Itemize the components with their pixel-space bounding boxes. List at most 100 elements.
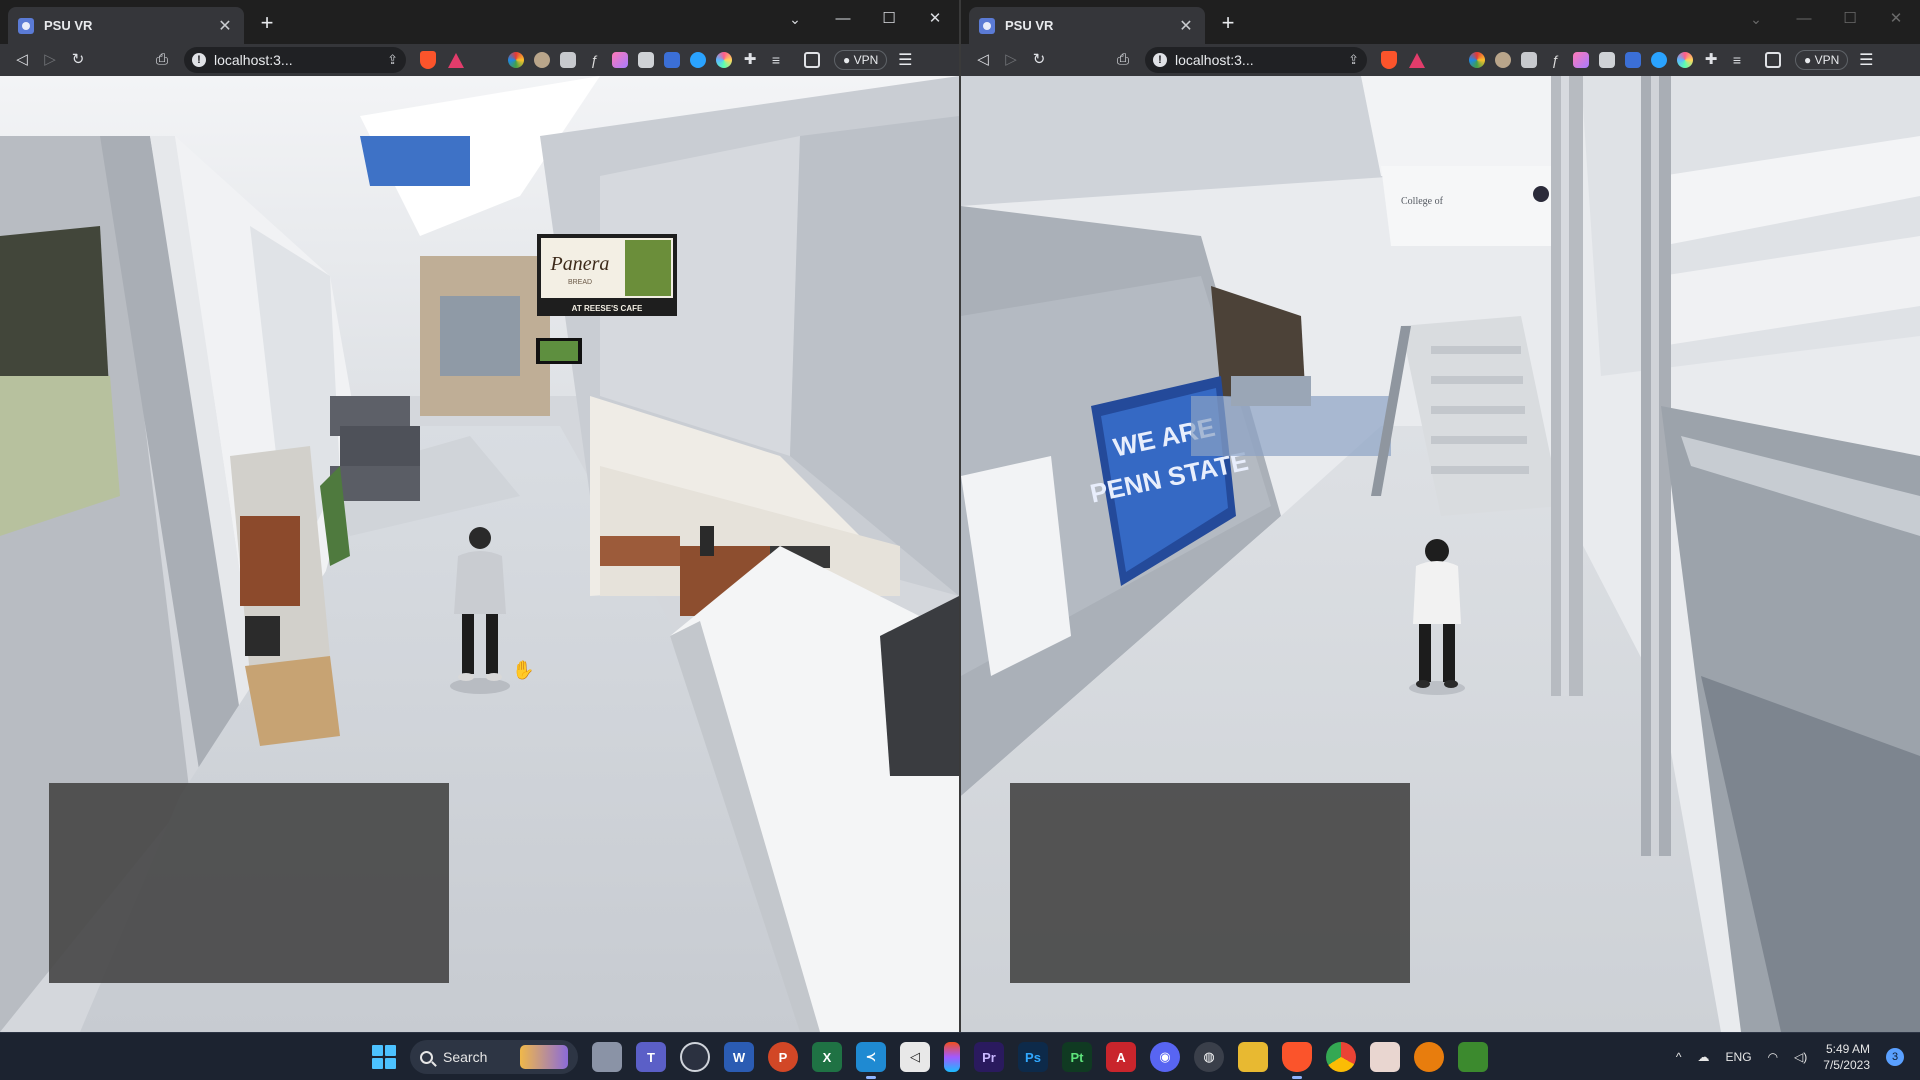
github-app-icon[interactable] xyxy=(680,1042,710,1072)
tab-psu-vr[interactable]: PSU VR ✕ xyxy=(8,7,244,44)
psu-favicon-icon xyxy=(979,17,995,34)
task-view-icon[interactable] xyxy=(592,1042,622,1072)
vr-scene-viewport-right[interactable]: College of WE ARE PENN STATE xyxy=(961,76,1920,1032)
cookie-extension-icon[interactable] xyxy=(534,52,550,68)
site-info-icon[interactable]: ! xyxy=(1153,53,1167,67)
vr-scene-viewport-left[interactable]: Panera BREAD AT REESE'S CAFE ✋ xyxy=(0,76,959,1032)
file-explorer-app-icon[interactable] xyxy=(1238,1042,1268,1072)
speed-extension-icon[interactable] xyxy=(690,52,706,68)
blender-app-icon[interactable] xyxy=(1414,1042,1444,1072)
close-tab-icon[interactable]: ✕ xyxy=(216,16,234,36)
substance-painter-app-icon[interactable]: Pt xyxy=(1062,1042,1092,1072)
tab-search-chevron-icon[interactable]: ⌄ xyxy=(1741,4,1771,34)
back-button[interactable]: ◁ xyxy=(969,47,997,73)
vpn-button[interactable]: ● VPN xyxy=(834,50,888,70)
tab-strip: PSU VR ✕ + ⌄ — ☐ ✕ xyxy=(961,0,1920,44)
wallet-icon[interactable] xyxy=(804,52,820,68)
brave-rewards-icon[interactable] xyxy=(448,52,464,68)
forward-button[interactable]: ▷ xyxy=(36,47,64,73)
speaker-icon[interactable]: ◁) xyxy=(1794,1050,1807,1064)
teams-app-icon[interactable]: T xyxy=(636,1042,666,1072)
puzzle-extensions-icon[interactable]: ✚ xyxy=(742,52,758,68)
readability-extension-icon[interactable] xyxy=(1521,52,1537,68)
playlist-icon[interactable]: ≡ xyxy=(1729,52,1745,68)
new-tab-button[interactable]: + xyxy=(1215,11,1241,37)
vpn-button[interactable]: ● VPN xyxy=(1795,50,1849,70)
brave-rewards-icon[interactable] xyxy=(1409,52,1425,68)
ring-extension-icon[interactable] xyxy=(716,52,732,68)
discord-app-icon[interactable]: ◉ xyxy=(1150,1042,1180,1072)
forward-button[interactable]: ▷ xyxy=(997,47,1025,73)
readability-extension-icon[interactable] xyxy=(560,52,576,68)
brave-app-icon[interactable] xyxy=(1282,1042,1312,1079)
maximize-button[interactable]: ☐ xyxy=(866,4,912,34)
wifi-icon[interactable]: ◠ xyxy=(1768,1050,1778,1064)
address-bar[interactable]: ! localhost:3... ⇪ xyxy=(184,47,406,73)
color-picker-extension-icon[interactable] xyxy=(508,52,524,68)
hamburger-menu-icon[interactable]: ☰ xyxy=(895,50,915,70)
hamburger-menu-icon[interactable]: ☰ xyxy=(1856,50,1876,70)
show-hidden-icons-chevron-icon[interactable]: ^ xyxy=(1676,1050,1682,1064)
gradient-extension-icon[interactable] xyxy=(612,52,628,68)
anime-app-icon[interactable] xyxy=(1370,1042,1400,1072)
cookie-extension-icon[interactable] xyxy=(1495,52,1511,68)
color-picker-extension-icon[interactable] xyxy=(1469,52,1485,68)
reload-button[interactable]: ↻ xyxy=(1025,47,1053,73)
photoshop-app-icon[interactable]: Ps xyxy=(1018,1042,1048,1072)
clock[interactable]: 5:49 AM 7/5/2023 xyxy=(1823,1041,1870,1073)
address-bar[interactable]: ! localhost:3... ⇪ xyxy=(1145,47,1367,73)
minimize-button[interactable]: — xyxy=(1781,4,1827,34)
reload-button[interactable]: ↻ xyxy=(64,47,92,73)
bookmark-icon[interactable]: ⎙ xyxy=(148,47,176,73)
ring-extension-icon[interactable] xyxy=(1677,52,1693,68)
share-icon[interactable]: ⇪ xyxy=(387,52,398,68)
close-window-button[interactable]: ✕ xyxy=(1873,4,1919,34)
brave-shield-icon[interactable] xyxy=(1381,51,1397,69)
figma-app-icon[interactable] xyxy=(944,1042,960,1072)
vscode-app-icon[interactable]: ≺ xyxy=(856,1042,886,1079)
maximize-button[interactable]: ☐ xyxy=(1827,4,1873,34)
tab-title: PSU VR xyxy=(44,18,93,33)
acrobat-app-icon[interactable]: A xyxy=(1106,1042,1136,1072)
notification-badge[interactable]: 3 xyxy=(1886,1048,1904,1066)
chrome-app-icon[interactable] xyxy=(1326,1042,1356,1072)
function-extension-icon[interactable]: ƒ xyxy=(586,52,602,68)
obs-app-icon[interactable]: ◍ xyxy=(1194,1042,1224,1072)
start-windows-icon[interactable] xyxy=(372,1045,396,1069)
cafe-sign-brand: Panera xyxy=(550,253,610,275)
taskbar-apps: Search T W P X ≺ ◁ Pr Ps Pt A ◉ ◍ xyxy=(372,1033,1488,1080)
site-info-icon[interactable]: ! xyxy=(192,53,206,67)
word-app-icon[interactable]: W xyxy=(724,1042,754,1072)
taskbar-search[interactable]: Search xyxy=(410,1040,578,1074)
tab-title: PSU VR xyxy=(1005,18,1054,33)
skylight xyxy=(360,136,470,186)
window-extension-icon[interactable] xyxy=(1599,52,1615,68)
wallet-icon[interactable] xyxy=(1765,52,1781,68)
minecraft-app-icon[interactable] xyxy=(1458,1042,1488,1072)
close-tab-icon[interactable]: ✕ xyxy=(1177,16,1195,36)
window-extension-icon[interactable] xyxy=(638,52,654,68)
powerpoint-app-icon[interactable]: P xyxy=(768,1042,798,1072)
translate-extension-icon[interactable] xyxy=(1625,52,1641,68)
new-tab-button[interactable]: + xyxy=(254,11,280,37)
puzzle-extensions-icon[interactable]: ✚ xyxy=(1703,52,1719,68)
onedrive-cloud-icon[interactable]: ☁ xyxy=(1698,1050,1710,1064)
tab-search-chevron-icon[interactable]: ⌄ xyxy=(780,4,810,34)
playlist-icon[interactable]: ≡ xyxy=(768,52,784,68)
premiere-app-icon[interactable]: Pr xyxy=(974,1042,1004,1072)
speed-extension-icon[interactable] xyxy=(1651,52,1667,68)
bookmark-icon[interactable]: ⎙ xyxy=(1109,47,1137,73)
translate-extension-icon[interactable] xyxy=(664,52,680,68)
brave-shield-icon[interactable] xyxy=(420,51,436,69)
tab-psu-vr[interactable]: PSU VR ✕ xyxy=(969,7,1205,44)
clock-date: 7/5/2023 xyxy=(1823,1058,1870,1072)
back-button[interactable]: ◁ xyxy=(8,47,36,73)
minimize-button[interactable]: — xyxy=(820,4,866,34)
excel-app-icon[interactable]: X xyxy=(812,1042,842,1072)
language-indicator[interactable]: ENG xyxy=(1726,1050,1752,1064)
function-extension-icon[interactable]: ƒ xyxy=(1547,52,1563,68)
share-icon[interactable]: ⇪ xyxy=(1348,52,1359,68)
close-window-button[interactable]: ✕ xyxy=(912,4,958,34)
unity-app-icon[interactable]: ◁ xyxy=(900,1042,930,1072)
gradient-extension-icon[interactable] xyxy=(1573,52,1589,68)
